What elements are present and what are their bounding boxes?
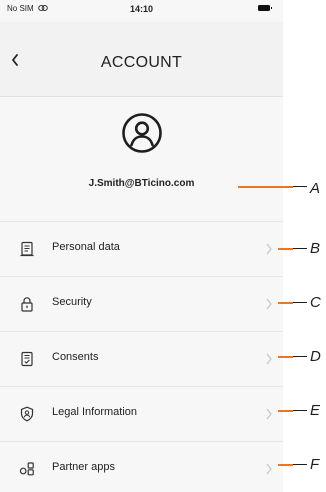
callout-tick	[293, 356, 307, 358]
menu-label: Partner apps	[52, 461, 115, 473]
callout-line	[238, 186, 293, 188]
consents-icon	[16, 348, 38, 370]
callout-tick	[293, 464, 307, 466]
callout-label: D	[310, 348, 321, 365]
chevron-right-icon	[266, 463, 272, 475]
callout-line	[278, 464, 293, 466]
menu-item-consents[interactable]: Consents	[0, 332, 283, 387]
profile-section: J.Smith@BTicino.com	[0, 97, 283, 222]
menu-label: Security	[52, 296, 92, 308]
callout-line	[278, 248, 293, 250]
callout-label: E	[310, 402, 321, 419]
menu-label: Personal data	[52, 241, 120, 253]
chevron-right-icon	[266, 243, 272, 255]
user-avatar-icon	[122, 113, 162, 153]
phone-screen: No SIM 14:10 ACCOUNT J.Smith@BTicino.com	[0, 0, 283, 492]
battery-icon	[258, 5, 272, 11]
personal-data-icon	[16, 238, 38, 260]
callout-tick	[293, 302, 307, 304]
callout-tick	[293, 248, 307, 250]
callout-label: F	[310, 456, 320, 473]
chevron-right-icon	[266, 408, 272, 420]
status-bar: No SIM 14:10	[0, 0, 283, 22]
page-title: ACCOUNT	[100, 54, 183, 71]
partner-apps-icon	[16, 458, 38, 480]
account-menu: Personal data Security Consents Legal In…	[0, 222, 283, 492]
menu-label: Consents	[52, 351, 99, 363]
menu-item-partner-apps[interactable]: Partner apps	[0, 442, 283, 492]
callout-tick	[293, 186, 307, 188]
shield-user-icon	[16, 403, 38, 425]
menu-item-security[interactable]: Security	[0, 277, 283, 332]
lock-icon	[16, 293, 38, 315]
header-bar: ACCOUNT	[0, 22, 283, 97]
menu-label: Legal Information	[52, 406, 137, 418]
menu-item-legal-information[interactable]: Legal Information	[0, 387, 283, 442]
callout-line	[278, 302, 293, 304]
callout-line	[278, 410, 293, 412]
callout-label: A	[310, 180, 321, 197]
callout-line	[278, 356, 293, 358]
callout-label: C	[310, 294, 321, 311]
callout-label: B	[310, 240, 321, 257]
status-time: 14:10	[129, 4, 154, 14]
chevron-right-icon	[266, 353, 272, 365]
menu-item-personal-data[interactable]: Personal data	[0, 222, 283, 277]
callout-tick	[293, 410, 307, 412]
chevron-right-icon	[266, 298, 272, 310]
